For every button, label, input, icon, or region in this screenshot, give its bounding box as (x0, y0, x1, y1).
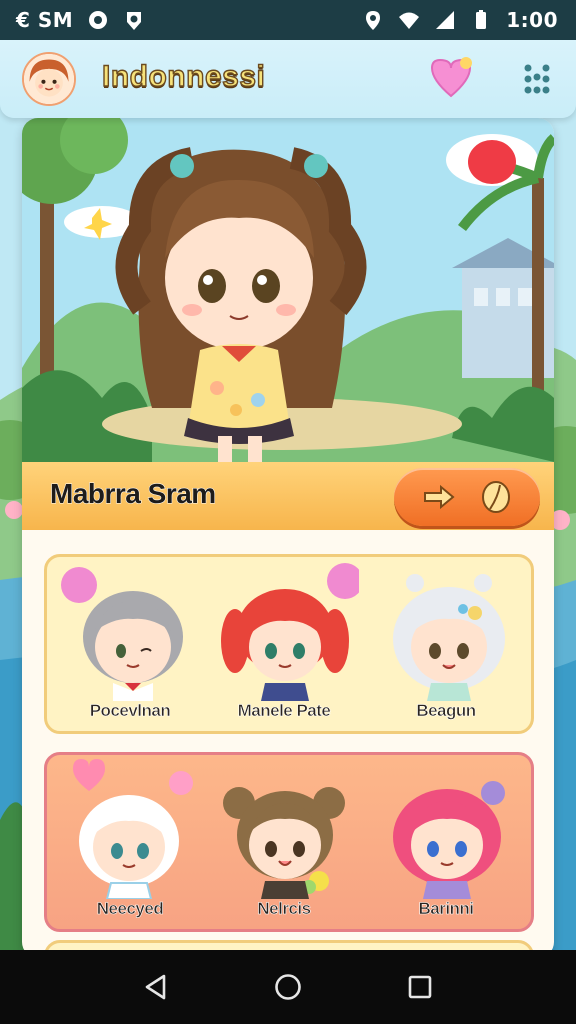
status-left: € SM (16, 8, 145, 32)
recents-square-icon (408, 975, 432, 999)
character-name: Barinni (418, 899, 474, 919)
character-portrait (393, 781, 505, 899)
character-name: Neecyed (96, 899, 164, 919)
character-name: Beagun (416, 701, 476, 721)
system-nav-bar (0, 950, 576, 1024)
main-card: Mabrra Sram Pocevlnan Manele Pate Beagun… (22, 118, 554, 958)
character-portrait (61, 567, 183, 701)
character-card[interactable]: Neecyed (55, 759, 205, 929)
status-bar: € SM 1:00 (0, 0, 576, 40)
featured-name-bar: Mabrra Sram (22, 462, 554, 530)
character-card[interactable]: Pocevlnan (55, 561, 205, 731)
featured-character-hero[interactable] (22, 118, 554, 462)
notification-ring-icon (89, 11, 108, 29)
app-header: Indonnessi (0, 40, 576, 118)
status-time: 1:00 (506, 8, 558, 32)
back-button[interactable] (136, 967, 176, 1007)
recents-button[interactable] (400, 967, 440, 1007)
profile-avatar-button[interactable] (22, 52, 76, 106)
back-triangle-icon (145, 974, 166, 1000)
status-carrier-text: € SM (16, 8, 74, 32)
character-row-1: Pocevlnan Manele Pate Beagun (44, 554, 534, 734)
location-pin-icon (366, 11, 381, 30)
heart-bubble-icon[interactable] (426, 54, 476, 104)
wifi-icon (399, 12, 420, 29)
character-card[interactable]: Beagun (371, 561, 521, 731)
character-portrait (393, 574, 505, 701)
featured-character-name: Mabrra Sram (50, 478, 217, 510)
character-name: Nelrcis (257, 899, 311, 919)
character-card[interactable]: Manele Pate (209, 561, 359, 731)
character-card[interactable]: Nelrcis (209, 759, 359, 929)
character-card[interactable]: Barinni (371, 759, 521, 929)
arrow-right-icon (423, 484, 455, 510)
signal-icon (436, 11, 455, 29)
character-portrait (73, 759, 193, 899)
notification-shield-icon (127, 12, 142, 30)
character-portrait (221, 563, 359, 701)
battery-icon (476, 10, 487, 29)
character-name: Manele Pate (237, 701, 331, 721)
featured-action-button[interactable] (394, 468, 540, 526)
leaf-icon (481, 481, 510, 513)
home-circle-icon (275, 974, 301, 1000)
grid-dots-icon[interactable] (522, 62, 552, 96)
character-portrait (223, 787, 345, 899)
app-title: Indonnessi (101, 59, 266, 93)
home-button[interactable] (268, 967, 308, 1007)
avatar-face-icon (24, 54, 74, 104)
status-right: 1:00 (362, 8, 558, 32)
character-name: Pocevlnan (89, 701, 171, 721)
character-row-2: Neecyed Nelrcis Barinni (44, 752, 534, 932)
featured-character-illustration (22, 118, 554, 462)
